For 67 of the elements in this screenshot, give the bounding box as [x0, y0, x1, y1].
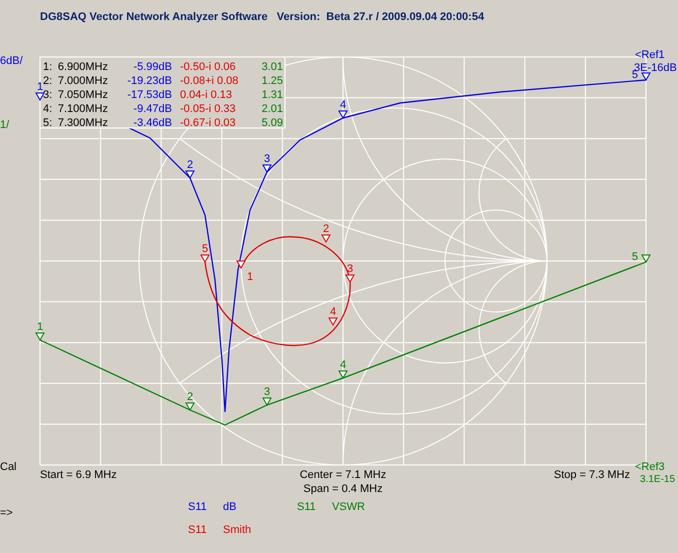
legend-format: dB — [223, 501, 236, 513]
marker-number: 1 — [246, 271, 254, 283]
marker-vswr: 1.31 — [262, 89, 283, 101]
marker-vswr: 1.25 — [262, 75, 283, 87]
marker-impedance: -0.67-i 0.03 — [180, 117, 236, 129]
marker-number: 4 — [340, 359, 346, 371]
marker-impedance: -0.50-i 0.06 — [180, 61, 236, 73]
marker-triangle-icon — [200, 254, 210, 263]
legend-parameter: S11 — [188, 524, 207, 536]
marker-triangle-icon — [35, 92, 45, 101]
marker-magnitude: -3.46dB — [133, 117, 172, 129]
legend-format: VSWR — [332, 501, 365, 513]
center-frequency: Center = 7.1 MHz — [300, 469, 386, 481]
marker-triangle-icon — [262, 164, 272, 173]
reference-label: <Ref3 — [635, 461, 665, 473]
window-title: DG8SAQ Vector Network Analyzer Software Version: Beta 27.r / 2009.09.04 20:00:54 — [40, 11, 484, 23]
marker-number: 5 — [632, 69, 638, 81]
marker-frequency: 7.000MHz — [58, 75, 108, 87]
marker-number: 2 — [186, 391, 194, 403]
marker-number: 5 — [202, 243, 208, 255]
marker-magnitude: -9.47dB — [133, 103, 172, 115]
span-frequency: Span = 0.4 MHz — [303, 483, 383, 495]
reference-label: <Ref1 — [635, 49, 665, 61]
marker-number: 2 — [322, 223, 330, 235]
marker-index: 1: — [43, 61, 52, 73]
marker-number: 4 — [340, 99, 346, 111]
reference-value: 3.1E-15 — [640, 474, 676, 485]
marker-vswr: 2.01 — [262, 103, 283, 115]
marker-magnitude: -5.99dB — [133, 61, 172, 73]
marker-frequency: 7.100MHz — [58, 103, 108, 115]
stop-frequency: Stop = 7.3 MHz — [554, 469, 630, 481]
prompt-label: => — [0, 507, 13, 519]
marker-magnitude: -17.53dB — [127, 89, 172, 101]
marker-number: 1 — [36, 81, 44, 93]
marker-index: 3: — [43, 89, 52, 101]
marker-triangle-icon — [328, 318, 338, 326]
marker-index: 2: — [43, 75, 52, 87]
marker-index: 5: — [43, 117, 52, 129]
marker-vswr: 3.01 — [262, 61, 283, 73]
marker-frequency: 7.050MHz — [58, 89, 108, 101]
start-frequency: Start = 6.9 MHz — [40, 469, 117, 481]
marker-magnitude: -19.23dB — [127, 75, 172, 87]
marker-number: 1 — [36, 321, 44, 333]
marker-frequency: 7.300MHz — [58, 117, 108, 129]
marker-triangle-icon — [321, 234, 331, 243]
marker-frequency: 6.900MHz — [58, 61, 108, 73]
marker-impedance: -0.08+i 0.08 — [180, 75, 238, 87]
scale-label: 1/ — [0, 119, 10, 131]
marker-impedance: -0.05-i 0.33 — [180, 103, 236, 115]
calibration-label: Cal — [0, 461, 17, 473]
marker-number: 3 — [264, 153, 270, 165]
marker-number: 4 — [330, 306, 336, 318]
scale-label: 6dB/ — [0, 55, 23, 67]
marker-number: 5 — [632, 251, 638, 263]
marker-vswr: 5.09 — [262, 117, 283, 129]
marker-triangle-icon — [262, 398, 272, 406]
marker-number: 3 — [264, 386, 270, 398]
marker-number: 2 — [186, 159, 194, 171]
marker-triangle-icon — [236, 260, 246, 269]
marker-triangle-icon — [185, 402, 195, 411]
legend-parameter: S11 — [188, 501, 207, 513]
marker-impedance: 0.04-i 0.13 — [180, 89, 232, 101]
legend-format: Smith — [223, 524, 252, 536]
marker-triangle-icon — [345, 274, 355, 283]
marker-number: 3 — [346, 263, 354, 275]
marker-index: 4: — [43, 103, 52, 115]
legend-parameter: S11 — [297, 501, 316, 513]
